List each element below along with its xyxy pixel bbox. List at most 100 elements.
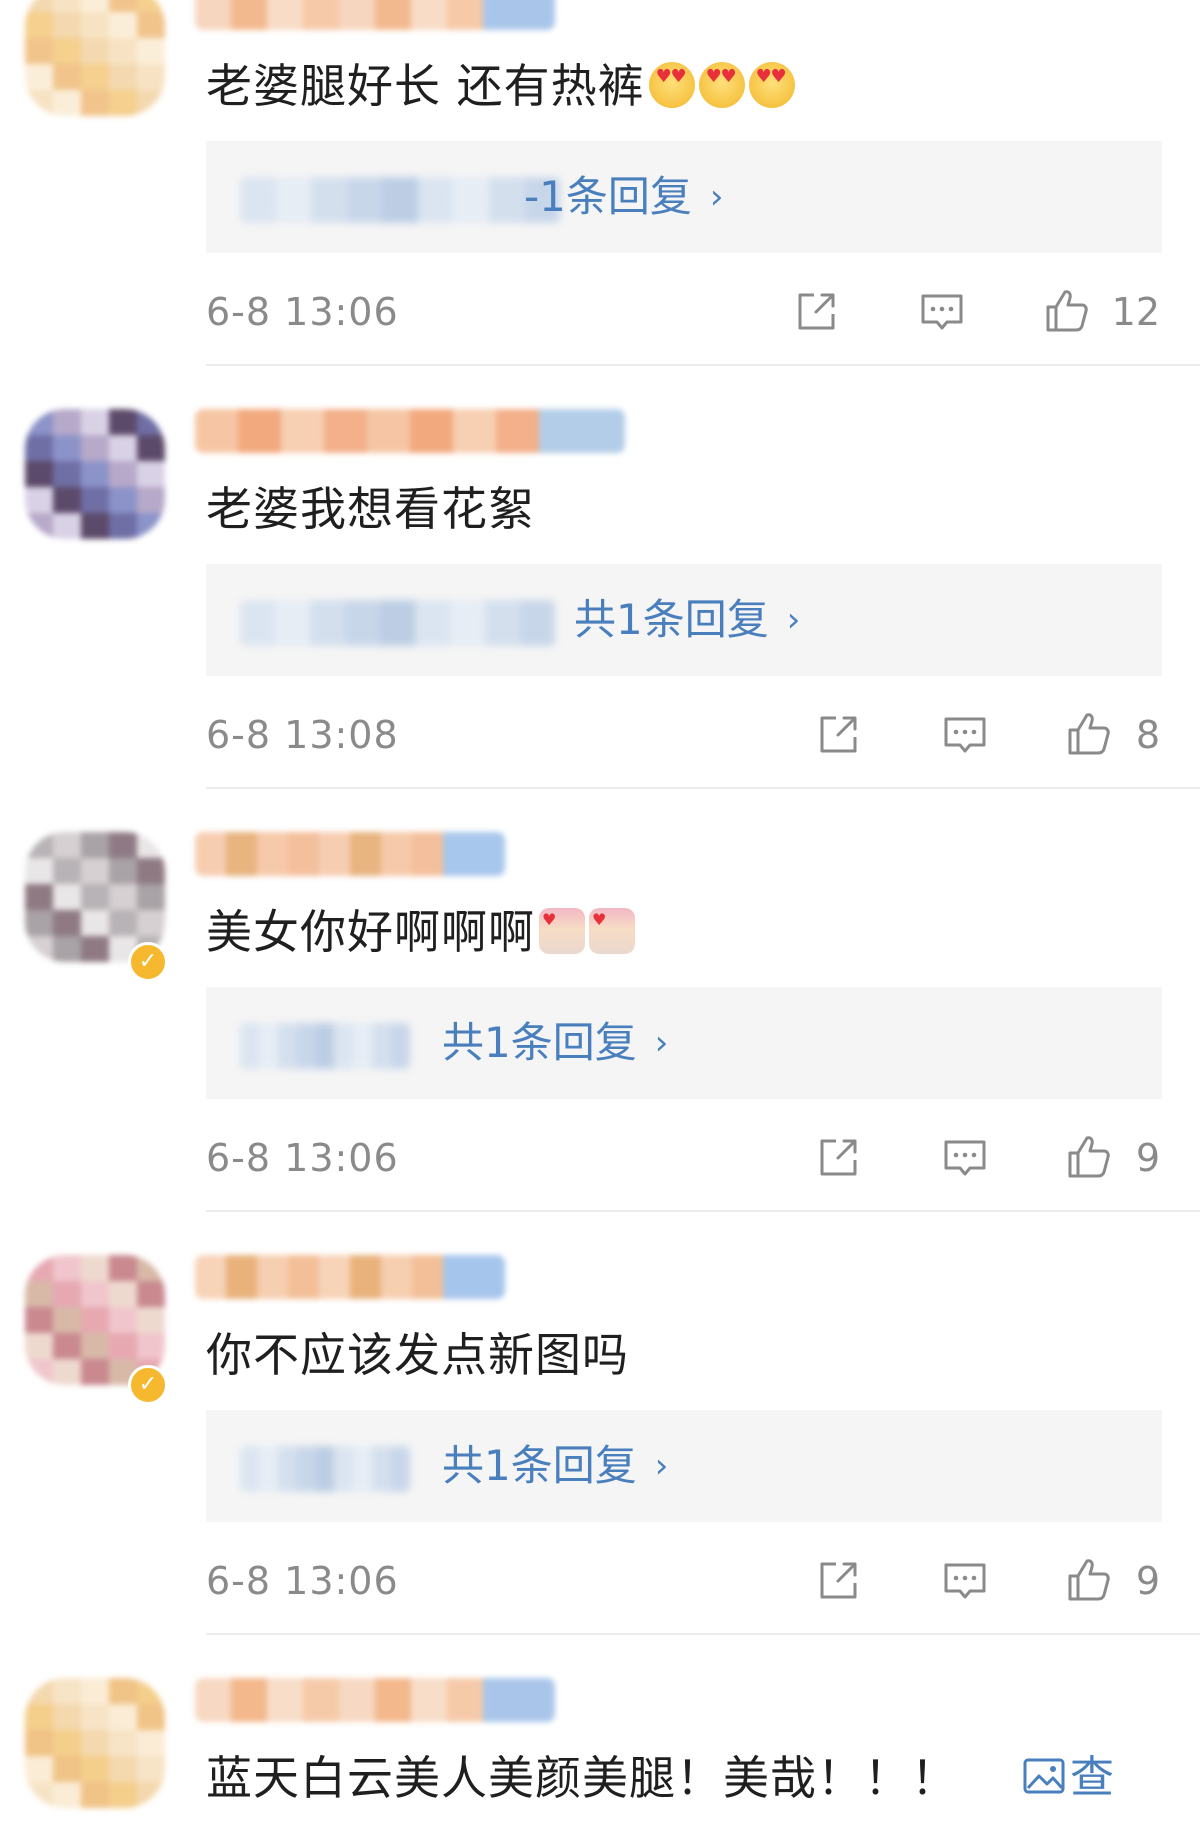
reply-preview[interactable]: 共1条回复 › <box>206 987 1162 1099</box>
reply-preview[interactable]: 共1条回复 › <box>206 564 1162 676</box>
avatar-pixel <box>137 858 165 884</box>
reply-preview[interactable]: -1条回复 › <box>206 141 1162 253</box>
comment-icon[interactable] <box>917 286 967 336</box>
reply-author-pixel <box>450 600 485 646</box>
reply-author-blurred <box>240 1023 410 1069</box>
image-icon <box>1022 1752 1070 1803</box>
reply-author-pixel <box>353 1023 373 1069</box>
avatar-pixel <box>81 936 109 962</box>
avatar-pixel <box>137 90 165 116</box>
username-pixel <box>319 832 350 876</box>
reply-author-pixel <box>258 1446 278 1492</box>
divider <box>206 1210 1200 1212</box>
comment-meta: 6-8 13:06 9 <box>206 1130 1162 1190</box>
username-pixel <box>195 1255 226 1299</box>
reply-count-label: 共1条回复 <box>442 1441 637 1490</box>
username-pixel <box>381 832 412 876</box>
avatar-pixel <box>137 38 165 64</box>
verified-badge-icon: ✓ <box>128 1365 168 1405</box>
avatar-pixel <box>109 12 137 38</box>
thumbs-up-icon[interactable] <box>1064 709 1114 759</box>
reply-author-pixel <box>315 1023 335 1069</box>
avatar-pixel <box>53 1704 81 1730</box>
username-pixel <box>453 409 496 453</box>
username-blurred[interactable] <box>195 1678 555 1722</box>
username-pixel <box>412 832 443 876</box>
comment-icon[interactable] <box>940 1555 990 1605</box>
timestamp: 6-8 13:06 <box>206 1136 399 1180</box>
reply-author-pixel <box>372 1446 392 1492</box>
reply-author-pixel <box>488 177 525 223</box>
avatar-pixel <box>25 1678 53 1704</box>
comment-text: 你不应该发点新图吗 <box>206 1325 629 1385</box>
avatar-pixel <box>81 1307 109 1333</box>
username-pixel <box>447 1678 483 1722</box>
avatar-pixel <box>81 1704 109 1730</box>
reply-count-label: -1条回复 <box>524 172 692 221</box>
avatar-pixel <box>53 1281 81 1307</box>
avatar[interactable] <box>25 1678 165 1808</box>
view-image-label: 查 <box>1070 1752 1114 1803</box>
bride-emoji <box>589 890 635 954</box>
avatar-pixel <box>137 461 165 487</box>
like-count: 9 <box>1135 1559 1160 1603</box>
avatar-pixel <box>137 1678 165 1704</box>
avatar-pixel <box>25 1704 53 1730</box>
avatar-pixel <box>53 1756 81 1782</box>
thumbs-up-icon[interactable] <box>1064 1132 1114 1182</box>
avatar-pixel <box>53 884 81 910</box>
username-pixel <box>319 1255 350 1299</box>
avatar-pixel <box>137 1333 165 1359</box>
view-replies-link[interactable]: -1条回复 › <box>524 169 724 225</box>
view-replies-link[interactable]: 共1条回复 › <box>442 1438 668 1494</box>
share-icon[interactable] <box>792 286 842 336</box>
username-blurred[interactable] <box>195 409 625 453</box>
username-pixel <box>303 0 339 30</box>
avatar[interactable] <box>25 0 165 116</box>
reply-author-blurred <box>240 1446 410 1492</box>
reply-preview[interactable]: 共1条回复 › <box>206 1410 1162 1522</box>
timestamp: 6-8 13:08 <box>206 713 399 757</box>
avatar-pixel <box>137 884 165 910</box>
avatar-pixel <box>53 1678 81 1704</box>
comment-body: 蓝天白云美人美颜美腿！美哉！！！ <box>206 1751 958 1805</box>
username-blurred[interactable] <box>195 832 505 876</box>
avatar-pixel <box>109 64 137 90</box>
avatar-pixel <box>25 884 53 910</box>
view-replies-link[interactable]: 共1条回复 › <box>574 592 800 648</box>
share-icon[interactable] <box>814 709 864 759</box>
username-pixel <box>483 1678 519 1722</box>
avatar-pixel <box>137 1704 165 1730</box>
username-blurred[interactable] <box>195 1255 505 1299</box>
thumbs-up-icon[interactable] <box>1042 286 1092 336</box>
comment-icon[interactable] <box>940 1132 990 1182</box>
username-pixel <box>195 1678 231 1722</box>
avatar-pixel <box>109 1281 137 1307</box>
share-icon[interactable] <box>814 1132 864 1182</box>
divider <box>206 364 1200 366</box>
avatar-pixel <box>81 858 109 884</box>
comment-icon[interactable] <box>940 709 990 759</box>
view-image-link[interactable]: 查 <box>1022 1748 1114 1808</box>
username-pixel <box>381 1255 412 1299</box>
view-replies-link[interactable]: 共1条回复 › <box>442 1015 668 1071</box>
avatar-pixel <box>53 461 81 487</box>
avatar-pixel <box>53 1359 81 1385</box>
avatar-pixel <box>81 461 109 487</box>
avatar-pixel <box>25 1307 53 1333</box>
avatar-pixel <box>25 1333 53 1359</box>
username-pixel <box>195 409 238 453</box>
reply-count-label: 共1条回复 <box>442 1018 637 1067</box>
username-pixel <box>288 1255 319 1299</box>
avatar-pixel <box>81 832 109 858</box>
username-blurred[interactable] <box>195 0 555 30</box>
avatar-pixel <box>81 38 109 64</box>
reply-author-pixel <box>345 600 380 646</box>
avatar-pixel <box>109 435 137 461</box>
share-icon[interactable] <box>814 1555 864 1605</box>
avatar-pixel <box>53 38 81 64</box>
username-pixel <box>339 1678 375 1722</box>
avatar[interactable] <box>25 409 165 539</box>
thumbs-up-icon[interactable] <box>1064 1555 1114 1605</box>
username-pixel <box>281 409 324 453</box>
